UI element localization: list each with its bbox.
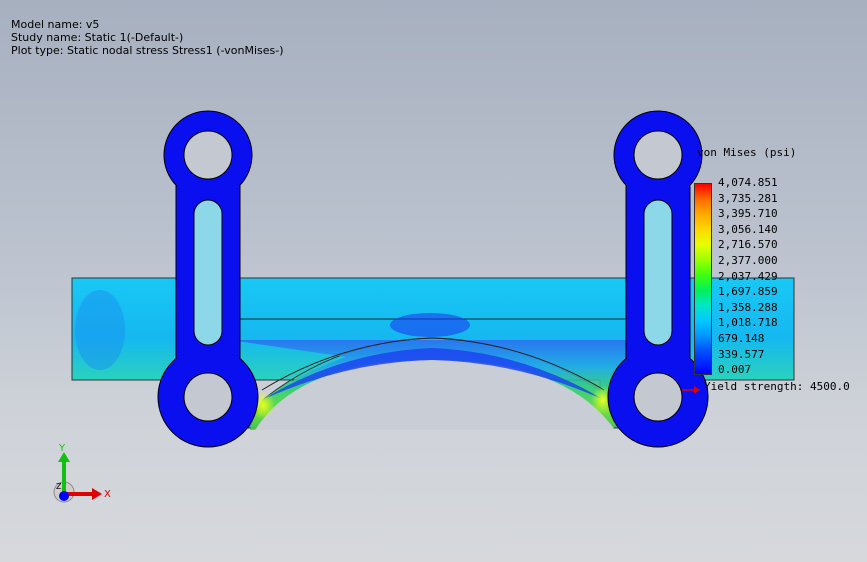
left-link-top-hole bbox=[183, 130, 233, 180]
legend-value-label: 1,358.288 bbox=[718, 300, 778, 314]
triad-z-label: Z bbox=[56, 482, 62, 491]
low-stress-region-left bbox=[75, 290, 125, 370]
legend-title: von Mises (psi) bbox=[697, 146, 797, 159]
right-link-slot bbox=[643, 199, 673, 346]
orientation-triad: Y X Z bbox=[53, 443, 111, 503]
stress-color-scale-bar bbox=[694, 183, 712, 375]
triad-z-axis bbox=[59, 491, 69, 501]
triad-x-label: X bbox=[104, 489, 111, 500]
legend-value-label: 339.577 bbox=[718, 347, 765, 361]
legend-value-label: 0.007 bbox=[718, 363, 752, 377]
right-link-bottom-hole bbox=[633, 372, 683, 422]
legend-value-label: 2,716.570 bbox=[718, 238, 778, 252]
legend-value-label: 3,056.140 bbox=[718, 222, 778, 236]
left-link-bottom-hole bbox=[183, 372, 233, 422]
legend-value-label: 2,377.000 bbox=[718, 254, 778, 267]
yield-strength-label: Yield strength: 4500.0 bbox=[704, 380, 850, 393]
legend-value-label: 4,074.851 bbox=[718, 176, 778, 189]
legend-value-label: 679.148 bbox=[718, 332, 765, 345]
left-link-slot bbox=[193, 199, 223, 346]
legend-value-label: 2,037.429 bbox=[718, 269, 778, 283]
legend-value-label: 3,735.281 bbox=[718, 191, 778, 205]
legend-value-label: 1,697.859 bbox=[718, 285, 778, 299]
low-stress-region-center bbox=[390, 313, 470, 337]
legend-value-label: 1,018.718 bbox=[718, 316, 778, 330]
triad-y-label: Y bbox=[58, 443, 66, 454]
right-link-top-hole bbox=[633, 130, 683, 180]
triad-x-arrow-icon bbox=[92, 488, 102, 500]
legend-value-label: 3,395.710 bbox=[718, 207, 778, 221]
